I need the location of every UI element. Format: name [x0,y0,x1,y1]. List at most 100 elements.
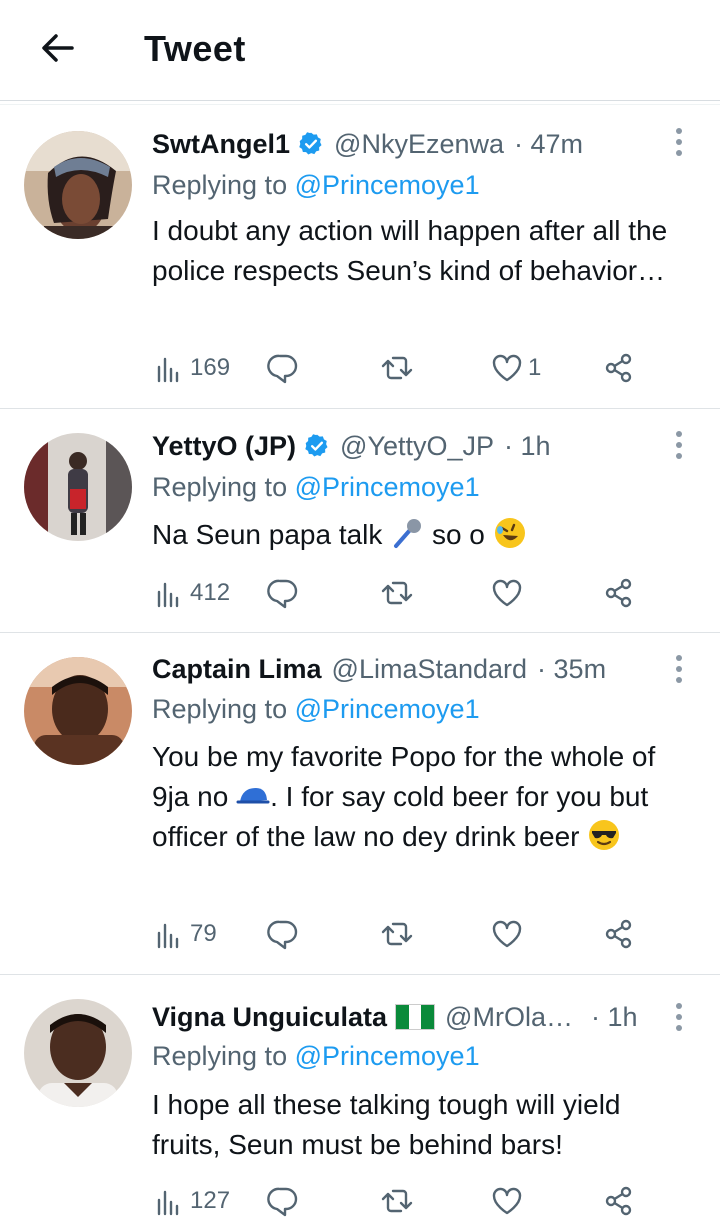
tweet-text: I doubt any action will happen after all… [152,215,668,286]
views-button[interactable]: 412 [152,573,230,613]
tweet-actions: 169 1 [152,348,652,388]
replying-to-label: Replying to [152,1041,288,1071]
tweet-text: Na Seun papa talk so o [152,515,692,555]
blue-cap-emoji-icon [236,788,270,804]
header-divider [0,100,720,105]
views-count: 169 [190,354,231,381]
tweet-header: YettyO (JP) @YettyO_JP · 1h [152,426,551,466]
arrow-left-icon [42,34,74,62]
views-button[interactable]: 169 [152,348,230,388]
reply-button[interactable] [266,914,300,954]
timestamp[interactable]: · 1h [591,1002,638,1033]
like-button[interactable] [490,914,524,954]
nigeria-flag-icon [395,1004,436,1030]
mention-link[interactable]: @Princemoye1 [295,694,480,724]
mention-link[interactable]: @Princemoye1 [295,472,480,502]
views-icon [157,357,179,383]
user-handle[interactable]: @NkyEzenwa [334,129,504,160]
retweet-icon [381,581,413,605]
mention-link[interactable]: @Princemoye1 [295,170,480,200]
share-icon [605,353,632,383]
like-button[interactable] [490,573,524,613]
avatar[interactable] [24,131,132,239]
heart-icon [492,1187,522,1215]
page-title: Tweet [144,28,246,69]
views-icon [157,923,179,949]
replying-to: Replying to @Princemoye1 [152,694,480,725]
tweet-text: You be my favorite Popo for the whole of… [152,737,692,857]
display-name[interactable]: YettyO (JP) [152,431,296,462]
reply-icon [267,920,298,950]
verified-badge-icon [299,132,322,155]
microphone-emoji-icon [394,519,422,548]
likes-count: 1 [528,354,542,381]
share-button[interactable] [602,1181,636,1221]
replying-to-label: Replying to [152,472,288,502]
heart-icon [492,920,522,948]
timestamp[interactable]: · 35m [537,654,606,685]
user-handle[interactable]: @MrOla… [445,1002,573,1033]
retweet-button[interactable] [380,348,414,388]
retweet-button[interactable] [380,1181,414,1221]
replying-to: Replying to @Princemoye1 [152,170,480,201]
mention-link[interactable]: @Princemoye1 [295,1041,480,1071]
tweet-text-part: so o [431,519,485,550]
user-handle[interactable]: @YettyO_JP [340,431,494,462]
like-button[interactable] [490,1181,524,1221]
retweet-icon [381,356,413,380]
like-button[interactable]: 1 [490,348,541,388]
back-button[interactable] [36,26,80,70]
sunglasses-emoji-icon [589,820,620,850]
views-count: 412 [190,579,231,606]
tweet-actions: 412 [152,573,652,613]
tweet-header: Vigna Unguiculata @MrOla… · 1h [152,997,638,1037]
display-name[interactable]: Captain Lima [152,654,322,685]
reply-tweet[interactable]: SwtAngel1 @NkyEzenwa · 47m Replying to @… [0,108,720,409]
share-icon [605,1186,632,1216]
retweet-icon [381,1189,413,1213]
views-count: 127 [190,1187,231,1214]
retweet-button[interactable] [380,573,414,613]
tweet-text: I hope all these talking tough will yiel… [152,1089,621,1160]
verified-badge-icon [305,434,328,457]
tweet-actions: 79 [152,914,652,954]
timestamp[interactable]: · 1h [504,431,551,462]
reply-tweet[interactable]: Vigna Unguiculata @MrOla… · 1h Replying … [0,975,720,1229]
more-options-icon[interactable] [664,655,694,695]
replying-to: Replying to @Princemoye1 [152,472,480,503]
rolling-laughing-emoji-icon [494,518,525,548]
retweet-button[interactable] [380,914,414,954]
more-options-icon[interactable] [664,128,694,168]
share-icon [605,919,632,949]
tweet-actions: 127 [152,1181,652,1221]
reply-button[interactable] [266,348,300,388]
tweet-header: Captain Lima @LimaStandard · 35m [152,649,606,689]
reply-button[interactable] [266,1181,300,1221]
share-button[interactable] [602,348,636,388]
avatar[interactable] [24,999,132,1107]
reply-tweet[interactable]: YettyO (JP) @YettyO_JP · 1h Replying to … [0,409,720,633]
replying-to-label: Replying to [152,694,288,724]
reply-button[interactable] [266,573,300,613]
timestamp[interactable]: · 47m [514,129,583,160]
tweet-header: SwtAngel1 @NkyEzenwa · 47m [152,124,583,164]
views-count: 79 [190,920,217,947]
share-button[interactable] [602,573,636,613]
more-options-icon[interactable] [664,431,694,471]
avatar[interactable] [24,657,132,765]
share-button[interactable] [602,914,636,954]
retweet-icon [381,922,413,946]
views-button[interactable]: 127 [152,1181,230,1221]
replying-to: Replying to @Princemoye1 [152,1041,480,1072]
avatar[interactable] [24,433,132,541]
display-name[interactable]: Vigna Unguiculata [152,1002,387,1033]
more-options-icon[interactable] [664,1003,694,1043]
views-button[interactable]: 79 [152,914,217,954]
views-icon [157,1190,179,1216]
reply-icon [267,1187,298,1217]
display-name[interactable]: SwtAngel1 [152,129,290,160]
share-icon [605,578,632,608]
user-handle[interactable]: @LimaStandard [332,654,528,685]
reply-tweet[interactable]: Captain Lima @LimaStandard · 35m Replyin… [0,633,720,975]
reply-icon [267,579,298,609]
